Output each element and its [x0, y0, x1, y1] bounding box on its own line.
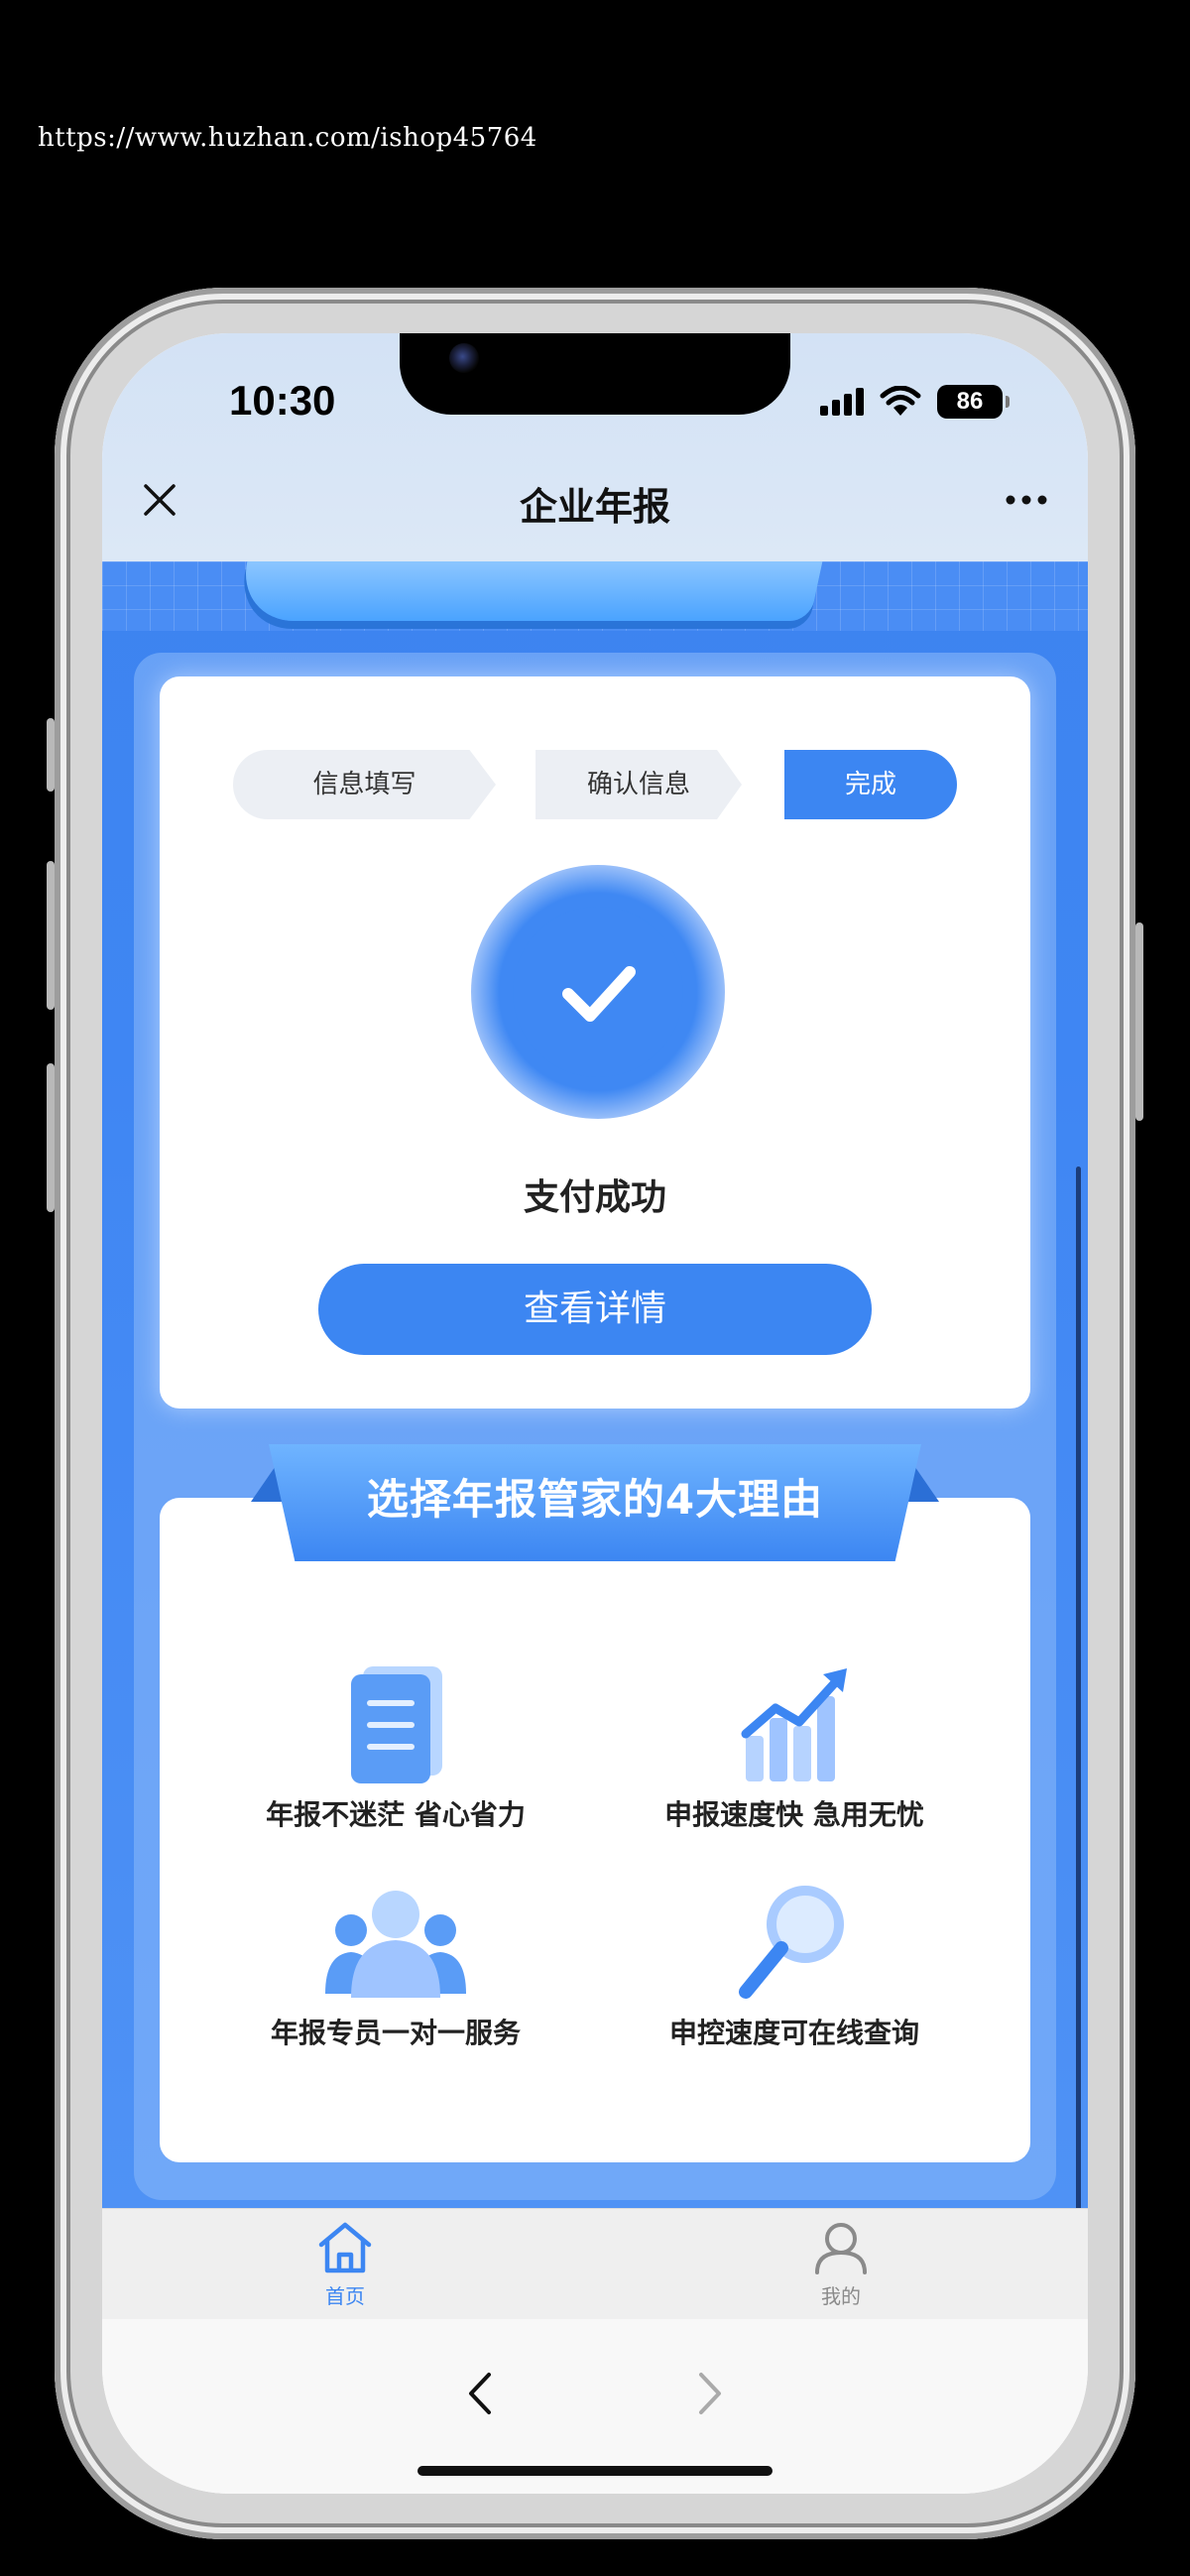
reason-label: 申报速度快 急用无忧: [664, 1798, 924, 1831]
volume-up-button: [47, 861, 55, 1010]
tab-mine[interactable]: 我的: [762, 2219, 920, 2309]
scrollbar[interactable]: [1076, 1166, 1081, 2228]
reason-item: 申报速度快 急用无忧: [596, 1656, 993, 1833]
volume-down-button: [47, 1063, 55, 1212]
hero-illustration: [234, 561, 823, 621]
status-icons: 86: [820, 385, 1010, 419]
result-card: 信息填写 确认信息 完成 支付成功 查看详情: [160, 676, 1030, 1409]
tab-home[interactable]: 首页: [266, 2219, 424, 2309]
reason-item: 年报不迷茫 省心省力: [197, 1656, 594, 1833]
camera-icon: [449, 343, 479, 373]
more-icon[interactable]: [1005, 492, 1048, 508]
chevron-left-icon[interactable]: [461, 2369, 501, 2418]
view-details-button[interactable]: 查看详情: [318, 1264, 872, 1355]
signal-icon: [820, 388, 864, 416]
reason-item: 申控速度可在线查询: [596, 1885, 993, 2051]
status-time: 10:30: [229, 377, 336, 424]
reason-label: 年报专员一对一服务: [270, 2017, 521, 2049]
step-complete: 完成: [784, 750, 957, 819]
wifi-icon: [880, 386, 921, 416]
reasons-card: 年报不迷茫 省心省力 申报速度快 急用无忧 年报专员一对一服务 申控速度可在线查…: [160, 1498, 1030, 2162]
magnifier-icon: [739, 1886, 844, 1999]
payment-success-title: 支付成功: [523, 1177, 666, 1218]
chevron-right-icon[interactable]: [689, 2369, 729, 2418]
page-title: 企业年报: [519, 485, 670, 529]
progress-steps: 信息填写 确认信息 完成: [233, 750, 957, 819]
home-icon: [318, 2222, 372, 2273]
step-confirm-info: 确认信息: [536, 750, 742, 819]
notch: [400, 333, 790, 415]
bottom-tab-bar: 首页 我的: [102, 2208, 1088, 2320]
watermark-url: https://www.huzhan.com/ishop45764: [38, 123, 537, 153]
people-icon: [325, 1891, 466, 1998]
success-badge: [471, 865, 725, 1119]
reasons-ribbon-title: 选择年报管家的4大理由: [269, 1444, 921, 1561]
document-icon: [351, 1666, 442, 1783]
phone-screen: 10:30 86 企业年报 信息填写 确认信息 完成 支付成功 查看详情 年报不…: [102, 333, 1088, 2494]
growth-chart-icon: [741, 1668, 847, 1781]
power-button: [1135, 922, 1143, 1121]
battery-indicator: 86: [937, 385, 1010, 419]
tab-mine-label: 我的: [821, 2284, 861, 2308]
phone-frame: 10:30 86 企业年报 信息填写 确认信息 完成 支付成功 查看详情 年报不…: [47, 288, 1143, 2539]
silent-switch: [47, 718, 55, 792]
step-info-fill: 信息填写: [233, 750, 496, 819]
reason-label: 年报不迷茫 省心省力: [266, 1798, 526, 1831]
reason-label: 申控速度可在线查询: [668, 2017, 919, 2049]
home-indicator[interactable]: [417, 2466, 773, 2476]
checkmark-icon: [562, 966, 636, 1022]
user-icon: [815, 2223, 867, 2274]
reason-item: 年报专员一对一服务: [197, 1885, 594, 2051]
tab-home-label: 首页: [325, 2284, 365, 2308]
